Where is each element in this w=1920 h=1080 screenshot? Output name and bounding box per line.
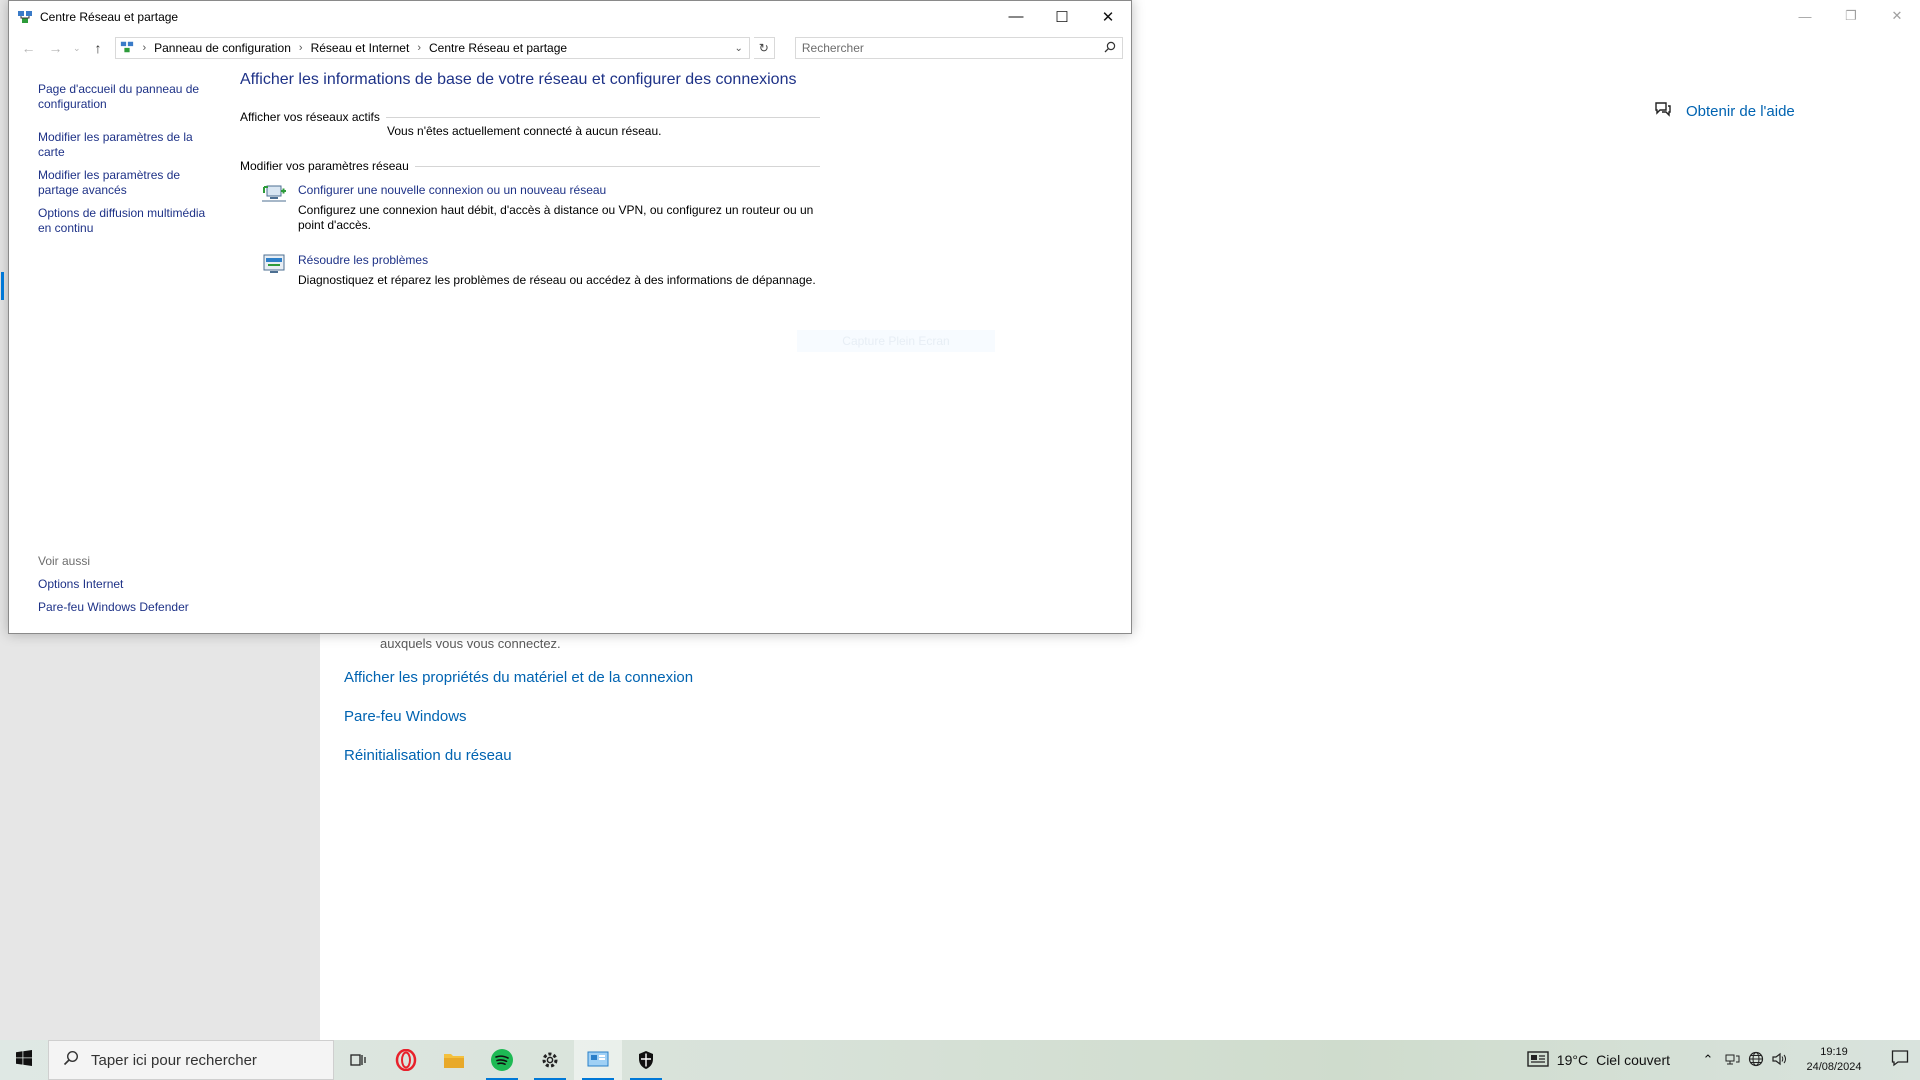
active-networks-heading: Afficher vos réseaux actifs (240, 110, 820, 124)
taskbar-search-icon (63, 1050, 79, 1070)
breadcrumb-separator-icon[interactable]: › (299, 42, 303, 54)
breadcrumb-separator-icon[interactable]: › (142, 42, 146, 54)
clock-time: 19:19 (1820, 1046, 1848, 1058)
change-settings-label: Modifier vos paramètres réseau (240, 159, 409, 173)
change-settings-heading: Modifier vos paramètres réseau (240, 159, 820, 173)
control-panel-icon[interactable] (574, 1040, 622, 1080)
sidebar-item-control-panel-home[interactable]: Page d'accueil du panneau de configurati… (38, 82, 213, 112)
settings-minimize-button[interactable]: — (1782, 0, 1828, 32)
settings-partial-text: auxquels vous vous connectez. (380, 636, 561, 651)
troubleshoot-icon (261, 253, 287, 275)
news-weather-icon (1527, 1050, 1549, 1070)
breadcrumb-separator-icon[interactable]: › (417, 42, 421, 54)
new-connection-icon (261, 183, 287, 205)
taskbar: Taper ici pour rechercher 19°C Ciel couv… (0, 1040, 1920, 1080)
taskbar-clock[interactable]: 19:19 24/08/2024 (1798, 1045, 1870, 1075)
internet-options-link[interactable]: Options Internet (38, 577, 213, 592)
up-arrow-icon[interactable]: ↑ (86, 40, 109, 56)
active-networks-label: Afficher vos réseaux actifs (240, 110, 380, 124)
see-also-heading: Voir aussi (38, 554, 91, 568)
close-button[interactable]: ✕ (1085, 1, 1131, 32)
new-connection-description: Configurez une connexion haut débit, d'a… (298, 203, 814, 232)
troubleshoot-link[interactable]: Résoudre les problèmes (298, 253, 428, 267)
breadcrumb-root-icon (120, 40, 134, 57)
page-title: Afficher les informations de base de vot… (240, 71, 797, 88)
breadcrumb-network-internet[interactable]: Réseau et Internet (311, 41, 410, 55)
hardware-properties-link[interactable]: Afficher les propriétés du matériel et d… (344, 669, 693, 686)
settings-restore-button[interactable]: ❐ (1828, 0, 1874, 32)
breadcrumb-control-panel[interactable]: Panneau de configuration (154, 41, 291, 55)
address-dropdown-icon[interactable]: ⌄ (729, 43, 749, 54)
troubleshoot-description: Diagnostiquez et réparez les problèmes d… (298, 273, 816, 287)
taskbar-search-box[interactable]: Taper ici pour rechercher (48, 1040, 334, 1080)
breadcrumb-network-center[interactable]: Centre Réseau et partage (429, 41, 567, 55)
no-network-message: Vous n'êtes actuellement connecté à aucu… (387, 124, 662, 138)
globe-icon[interactable] (1744, 1051, 1768, 1070)
opera-browser-icon[interactable] (382, 1040, 430, 1080)
network-reset-link[interactable]: Réinitialisation du réseau (344, 747, 512, 764)
sidebar-item-advanced-sharing[interactable]: Modifier les paramètres de partage avanc… (38, 168, 213, 198)
search-input[interactable] (801, 41, 1104, 55)
windows-logo-icon (16, 1049, 32, 1071)
notification-center-icon[interactable] (1880, 1049, 1920, 1071)
refresh-icon[interactable]: ↻ (753, 37, 775, 59)
get-help-label: Obtenir de l'aide (1686, 103, 1795, 120)
security-shield-icon[interactable] (622, 1040, 670, 1080)
minimize-button[interactable]: — (993, 1, 1039, 32)
recent-locations-chevron-icon[interactable]: ⌄ (71, 43, 83, 54)
section-divider (385, 116, 820, 118)
search-field[interactable] (794, 37, 1123, 59)
network-center-icon (17, 9, 33, 25)
window-title: Centre Réseau et partage (40, 9, 179, 24)
taskbar-search-placeholder: Taper ici pour rechercher (91, 1051, 257, 1069)
sidebar-accent-bar (1, 272, 4, 300)
network-status-icon[interactable] (1720, 1052, 1744, 1069)
system-tray: 19°C Ciel couvert ⌃ 19:19 24/08/2024 (1527, 1040, 1920, 1080)
settings-close-button[interactable]: ✕ (1874, 0, 1920, 32)
section-divider (414, 165, 820, 167)
back-arrow-icon[interactable]: ← (17, 40, 40, 56)
settings-caption-buttons: — ❐ ✕ (1782, 0, 1920, 32)
breadcrumb[interactable]: › Panneau de configuration › Réseau et I… (115, 37, 750, 59)
search-icon[interactable] (1104, 41, 1116, 56)
help-chat-icon (1654, 101, 1672, 122)
settings-gear-icon[interactable] (526, 1040, 574, 1080)
windows-firewall-link[interactable]: Pare-feu Windows (344, 708, 467, 725)
weather-temperature: 19°C (1556, 1052, 1589, 1068)
file-explorer-icon[interactable] (430, 1040, 478, 1080)
forward-arrow-icon[interactable]: → (44, 40, 67, 56)
title-bar[interactable]: Centre Réseau et partage — ☐ ✕ (9, 1, 1131, 32)
volume-icon[interactable] (1768, 1051, 1792, 1070)
task-view-icon[interactable] (334, 1040, 382, 1080)
sidebar-item-adapter-settings[interactable]: Modifier les paramètres de la carte (38, 130, 213, 160)
start-button[interactable] (0, 1040, 48, 1080)
address-bar-row: ← → ⌄ ↑ › Panneau de configuration › Rés… (9, 32, 1131, 64)
network-sharing-center-window: Centre Réseau et partage — ☐ ✕ ← → ⌄ ↑ ›… (1, 0, 1132, 634)
left-sidebar: Page d'accueil du panneau de configurati… (1, 64, 229, 634)
new-connection-link[interactable]: Configurer une nouvelle connexion ou un … (298, 183, 606, 197)
full-screen-capture-button[interactable]: Capture Plein Ecran (797, 330, 995, 352)
spotify-icon[interactable] (478, 1040, 526, 1080)
show-hidden-icons-chevron-icon[interactable]: ⌃ (1696, 1052, 1720, 1068)
get-help-link[interactable]: Obtenir de l'aide (1654, 101, 1795, 122)
maximize-button[interactable]: ☐ (1039, 1, 1085, 32)
weather-widget[interactable]: 19°C Ciel couvert (1527, 1050, 1670, 1070)
clock-date: 24/08/2024 (1806, 1061, 1862, 1073)
windows-defender-firewall-link[interactable]: Pare-feu Windows Defender (38, 600, 213, 615)
weather-description: Ciel couvert (1596, 1052, 1670, 1068)
sidebar-item-media-streaming[interactable]: Options de diffusion multimédia en conti… (38, 206, 213, 236)
